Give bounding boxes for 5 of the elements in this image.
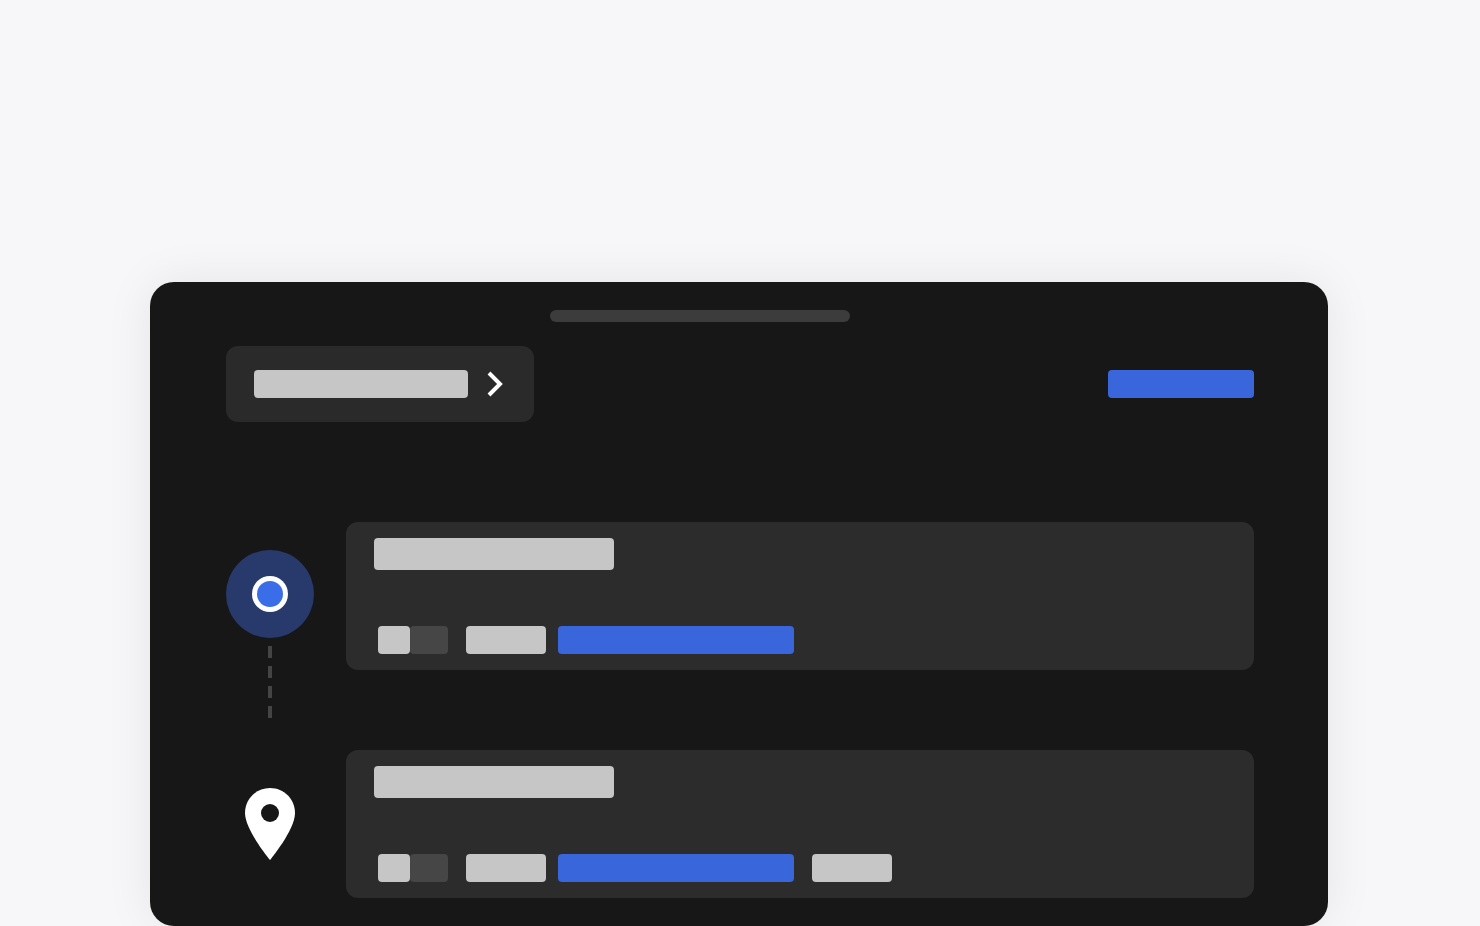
chevron-right-icon <box>486 370 504 398</box>
stop-card[interactable] <box>346 750 1254 898</box>
stop-card[interactable] <box>346 522 1254 670</box>
drag-handle[interactable] <box>550 310 850 322</box>
breadcrumb-button[interactable] <box>226 346 534 422</box>
